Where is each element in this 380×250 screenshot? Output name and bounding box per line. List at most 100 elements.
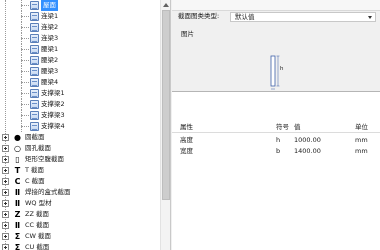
tree-group-item[interactable]: Σ CW 截面 [0,231,160,242]
tree-item-label: CU 截面 [25,243,50,250]
tree-item[interactable]: 支撑梁1 [0,88,160,99]
section-type-dropdown[interactable]: 默认值 [230,12,376,22]
section-shape-icon: T [14,166,21,175]
tree-item-label: 腰梁3 [41,67,59,75]
tree-item[interactable]: 腰梁1 [0,44,160,55]
section-page-icon [30,1,39,10]
tree-group-item[interactable]: T T 截面 [0,165,160,176]
section-shape-icon: ○ [14,144,21,153]
tree-item[interactable]: 支撑梁3 [0,110,160,121]
picture-group: 图片 h b [175,26,379,97]
tree-item[interactable]: 连梁1 [0,11,160,22]
section-shape-icon: Z [14,210,21,219]
section-type-label: 截面图类类型: [178,12,220,20]
tree-group-item[interactable]: C C 截面 [0,176,160,187]
expand-plus-icon[interactable] [2,222,9,229]
tree-group-item[interactable]: Ⅱ CC 截面 [0,220,160,231]
property-value[interactable]: 1400.00 [294,146,321,157]
panel-top-strip [172,0,380,11]
property-name: 宽度 [180,147,193,155]
section-tree-panel: 屋面 连梁1 连梁2 连梁3 腰梁1 腰梁2 腰梁3 腰梁4 支撑梁1 支撑梁2 支撑梁3 支撑梁4 ●… [0,0,171,250]
tree-item-label: 矩形空腹截面 [25,155,64,163]
section-type-row: 截面图类类型: 默认值 [172,11,380,22]
tree-item[interactable]: 腰梁3 [0,66,160,77]
section-shape-icon: Ⅱ [14,199,21,208]
expand-plus-icon[interactable] [2,134,9,141]
expand-plus-icon[interactable] [2,189,9,196]
scroll-thumb[interactable] [162,10,170,200]
tree-item-label: WQ 型材 [25,199,52,207]
tree-item-label: 支撑梁3 [41,111,65,119]
tree-item-label: 连梁1 [41,12,59,20]
tree-item-label: 圆截面 [25,133,45,141]
tree-item[interactable]: 腰梁2 [0,55,160,66]
scroll-up-arrow-icon[interactable] [161,0,171,10]
tree-item[interactable]: 连梁2 [0,22,160,33]
expand-plus-icon[interactable] [2,200,9,207]
tree-group-item[interactable]: Σ CU 截面 [0,242,160,250]
property-unit: mm [355,147,368,155]
tree-item[interactable]: 屋面 [0,0,160,11]
chevron-down-icon [368,16,372,19]
section-shape-icon: Ⅱ [14,188,21,197]
expand-plus-icon[interactable] [2,211,9,218]
expand-plus-icon[interactable] [2,178,9,185]
tree-item-label: 支撑梁4 [41,122,65,130]
tree-item-label: 焊接的盒式截面 [25,188,71,196]
property-symbol: h [276,136,281,144]
tree-item-label: 圆孔截面 [25,144,51,152]
expand-plus-icon[interactable] [2,167,9,174]
section-outline [270,55,276,87]
tree-scrollbar[interactable] [160,0,170,250]
tree-item-label: 屋面 [41,0,58,11]
property-table: 属性 符号 值 单位 高度 h 1000.00 mm 宽度 b 1400.00 … [172,91,380,250]
section-page-icon [30,34,39,43]
tree-item-label: 腰梁4 [41,78,59,86]
column-header-symbol[interactable]: 符号 [276,122,289,133]
tree-group-item[interactable]: ○ 圆孔截面 [0,143,160,154]
tree-item-label: 支撑梁2 [41,100,65,108]
tree-item[interactable]: 支撑梁2 [0,99,160,110]
tree-group-item[interactable]: Ⅱ WQ 型材 [0,198,160,209]
property-value[interactable]: 1000.00 [294,135,321,146]
tree-item-label: 支撑梁1 [41,89,65,97]
section-page-icon [30,100,39,109]
property-symbol: b [276,147,281,155]
section-page-icon [30,12,39,21]
section-page-icon [30,56,39,65]
expand-plus-icon[interactable] [2,244,9,250]
tree-item-label: 连梁2 [41,23,59,31]
property-table-header: 属性 符号 值 单位 [172,122,380,133]
section-shape-icon: Ⅱ [14,221,21,230]
tree-item-label: 连梁3 [41,34,59,42]
property-name: 高度 [180,136,193,144]
section-page-icon [30,67,39,76]
tree-item-label: ZZ 截面 [25,210,49,218]
section-shape-icon: ▯ [15,155,20,164]
column-header-value[interactable]: 值 [294,122,301,133]
section-shape-icon: Σ [14,232,21,241]
section-page-icon [30,78,39,87]
table-row[interactable]: 宽度 b 1400.00 mm [172,146,380,157]
expand-plus-icon[interactable] [2,156,9,163]
tree-item-label: CW 截面 [25,232,52,240]
tree-item-label: C 截面 [25,177,45,185]
table-row[interactable]: 高度 h 1000.00 mm [172,135,380,146]
tree-group-item[interactable]: ▯ 矩形空腹截面 [0,154,160,165]
picture-label: 图片 [181,30,194,38]
expand-plus-icon[interactable] [2,233,9,240]
tree-group-item[interactable]: Ⅱ 焊接的盒式截面 [0,187,160,198]
expand-plus-icon[interactable] [2,145,9,152]
tree-group-item[interactable]: Z ZZ 截面 [0,209,160,220]
tree-item[interactable]: 支撑梁4 [0,121,160,132]
tree-group-item[interactable]: ● 圆截面 [0,132,160,143]
tree-item[interactable]: 腰梁4 [0,77,160,88]
column-header-name[interactable]: 属性 [180,122,193,133]
column-header-unit[interactable]: 单位 [355,122,368,133]
section-shape-icon: ● [14,133,21,142]
tree-item[interactable]: 连梁3 [0,33,160,44]
property-unit: mm [355,136,368,144]
section-page-icon [30,111,39,120]
section-properties-panel: 截面图类类型: 默认值 图片 h b 属性 符号 值 单位 高度 h 1000.… [172,0,380,250]
tree-item-label: 腰梁1 [41,45,59,53]
